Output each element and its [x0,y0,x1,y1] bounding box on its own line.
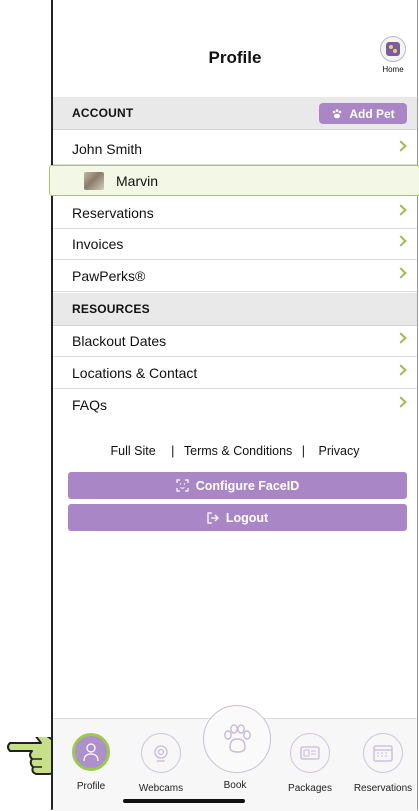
account-item-invoices[interactable]: Invoices [53,229,417,260]
pet-avatar [84,172,104,190]
resources-item-faqs[interactable]: FAQs [53,390,417,421]
full-site-link[interactable]: Full Site [111,444,156,458]
resources-item-label: Locations & Contact [72,365,198,381]
resources-item-label: FAQs [72,397,108,413]
home-logo-icon [380,36,406,62]
paw-icon [333,108,342,118]
package-icon [290,733,330,773]
header: Profile Home [53,0,417,96]
account-heading: ACCOUNT [72,106,134,120]
calendar-icon [363,733,403,773]
paw-icon [224,724,251,753]
resources-item-blackout-dates[interactable]: Blackout Dates [53,326,417,357]
chevron-right-icon [395,396,407,408]
add-pet-label: Add Pet [349,106,395,121]
link-separator: | [301,444,305,458]
terms-link[interactable]: Terms & Conditions [184,444,292,458]
chevron-right-icon [395,235,407,247]
phone-screen: Profile Home ACCOUNT Add Pet John Smith … [49,0,419,811]
home-indicator [123,799,245,803]
tab-bar: Profile Webcams Book Packages Reservatio… [53,705,417,811]
webcam-icon [141,733,181,773]
chevron-right-icon [395,204,407,216]
resources-item-label: Blackout Dates [72,333,167,349]
logout-button[interactable]: Logout [68,504,407,531]
faceid-icon [176,479,189,492]
tab-book-label[interactable]: Book [201,770,269,791]
link-separator: | [171,444,175,458]
chevron-right-icon [395,364,407,376]
resources-heading: RESOURCES [72,302,150,316]
configure-faceid-button[interactable]: Configure FaceID [68,472,407,499]
tab-reservations[interactable]: Reservations [349,733,417,794]
logout-icon [207,511,219,524]
tab-profile[interactable]: Profile [57,733,125,792]
resources-item-locations-contact[interactable]: Locations & Contact [53,358,417,389]
configure-faceid-label: Configure FaceID [195,478,300,493]
account-item-pawperks[interactable]: PawPerks® [53,261,417,292]
privacy-link[interactable]: Privacy [318,444,359,458]
tab-label: Profile [76,781,106,792]
tab-packages[interactable]: Packages [276,733,344,794]
page-title: Profile [208,48,262,67]
chevron-right-icon [395,140,407,152]
logout-label: Logout [225,510,269,525]
tab-label: Book [223,780,247,791]
chevron-right-icon [395,332,407,344]
footer-links: Full Site | Terms & Conditions | Privacy [53,444,417,458]
account-section-header: ACCOUNT Add Pet [53,97,417,130]
account-item-label: John Smith [72,141,143,157]
resources-section-header: RESOURCES [53,293,417,326]
tab-label: Packages [288,783,332,794]
account-item-label: Reservations [72,205,154,221]
add-pet-button[interactable]: Add Pet [319,103,407,124]
account-item-pet-marvin[interactable]: Marvin [49,165,419,196]
account-item-john-smith[interactable]: John Smith [53,134,417,165]
pet-name: Marvin [116,173,159,189]
account-item-reservations[interactable]: Reservations [53,198,417,229]
home-button[interactable]: Home [375,36,411,74]
tab-label: Webcams [138,783,184,794]
tab-book[interactable] [203,705,271,773]
tab-webcams[interactable]: Webcams [127,733,195,794]
tab-label: Reservations [353,783,413,794]
chevron-right-icon [395,267,407,279]
account-item-label: PawPerks® [72,268,146,284]
account-item-label: Invoices [72,236,124,252]
home-label: Home [382,65,404,74]
profile-icon [72,733,110,771]
